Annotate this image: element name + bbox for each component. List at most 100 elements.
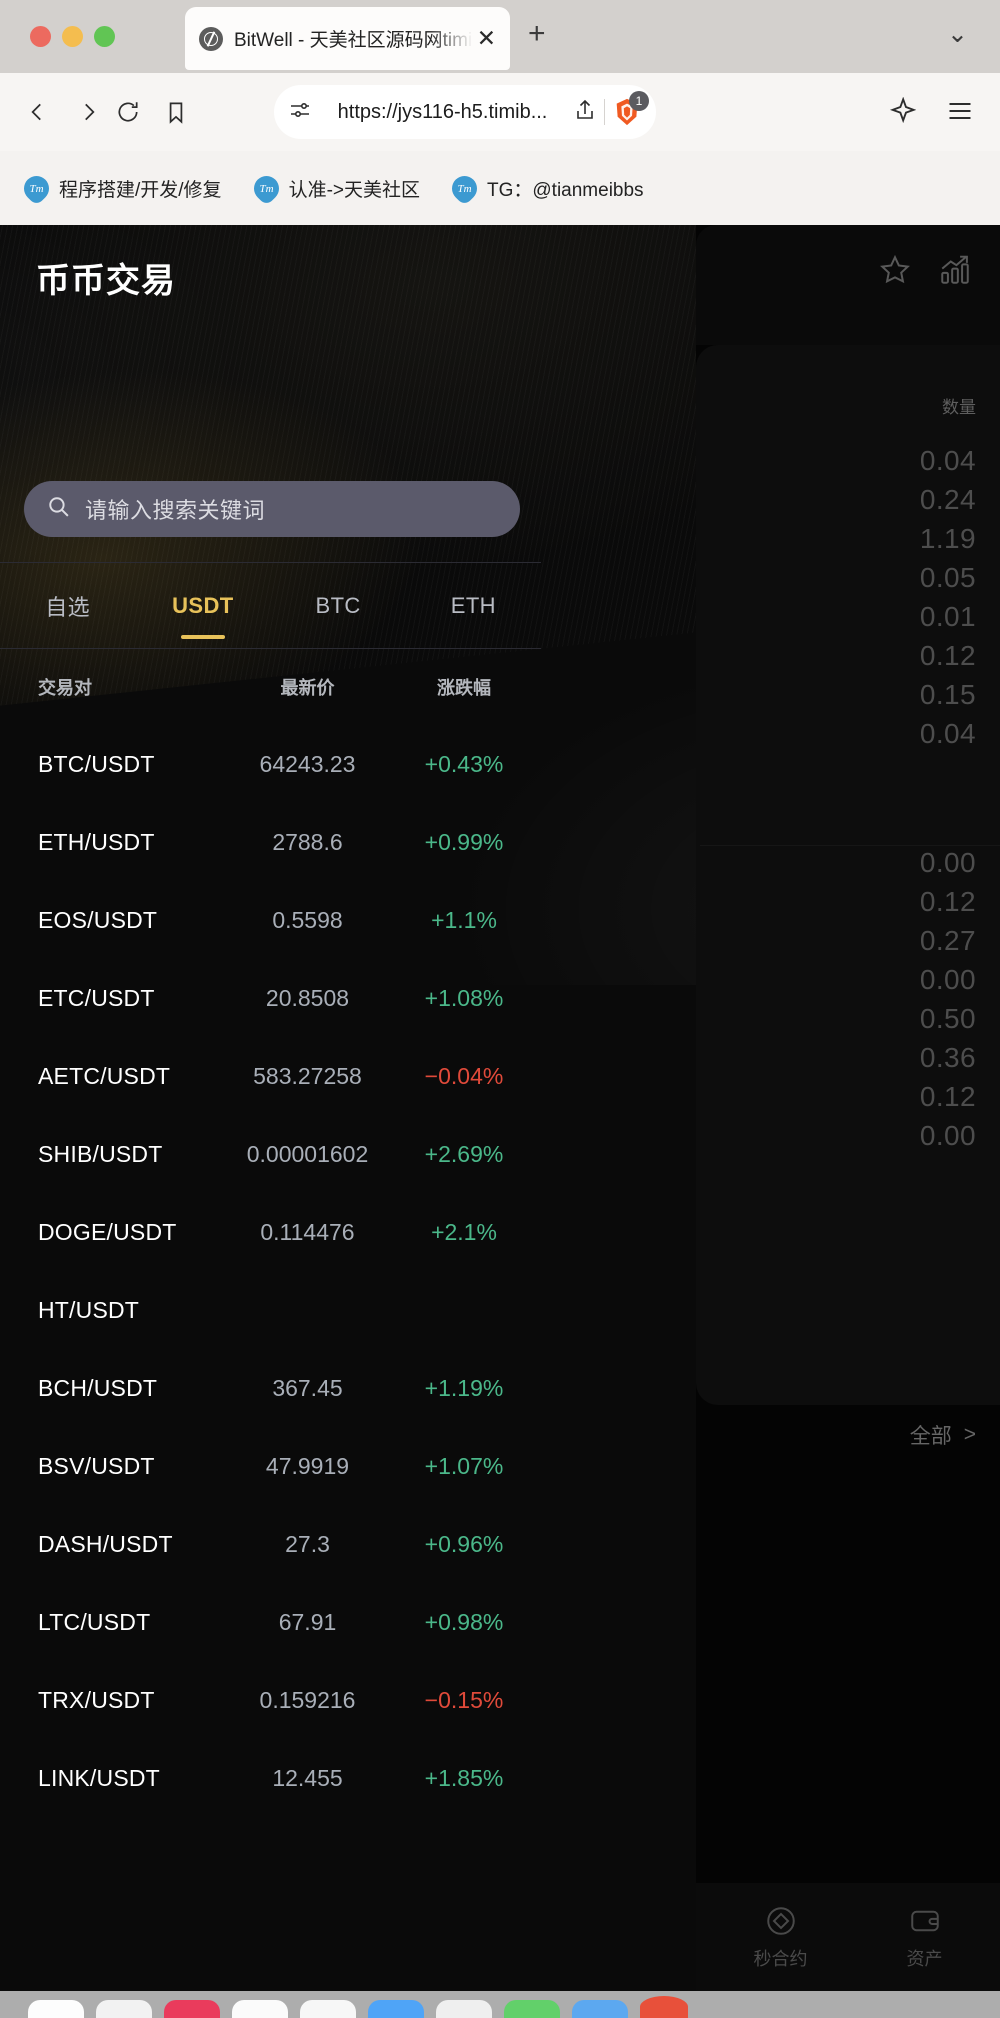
- maximize-window-button[interactable]: [94, 26, 115, 47]
- orderbook-qty-header: 数量: [942, 398, 976, 417]
- price-value: 583.27258: [253, 1062, 362, 1089]
- tab-usdt[interactable]: USDT: [135, 563, 270, 648]
- market-tabs: 自选 USDT BTC ETH: [0, 562, 541, 649]
- browser-chrome: BitWell - 天美社区源码网timib ✕ + ⌄ https://jys…: [0, 0, 1000, 225]
- change-value: +0.99%: [424, 828, 504, 855]
- bottom-nav-label: 资产: [906, 1948, 943, 1969]
- pair-label: AETC/USDT: [38, 1062, 171, 1089]
- change-value: +1.85%: [424, 1764, 504, 1791]
- pair-label: DOGE/USDT: [38, 1218, 177, 1245]
- orderbook-qty: 0.36: [919, 1042, 976, 1073]
- browser-tab[interactable]: BitWell - 天美社区源码网timib ✕: [185, 7, 510, 70]
- price-value: 0.114476: [260, 1218, 355, 1245]
- table-row[interactable]: LTC/USDT 67.91 +0.98%: [0, 1583, 541, 1661]
- reload-icon[interactable]: [115, 99, 141, 130]
- table-row[interactable]: DOGE/USDT 0.114476 +2.1%: [0, 1193, 541, 1271]
- table-row[interactable]: AETC/USDT 583.27258 −0.04%: [0, 1037, 541, 1115]
- navigation-bar: https://jys116-h5.timib... 1: [0, 73, 1000, 151]
- bottom-nav-item-assets[interactable]: 资产: [907, 1904, 943, 1971]
- market-chart-icon[interactable]: [938, 253, 972, 292]
- site-settings-icon[interactable]: [288, 98, 312, 127]
- bookmark-icon[interactable]: [163, 99, 189, 130]
- background-header-actions: [878, 253, 972, 292]
- minimize-window-button[interactable]: [62, 26, 83, 47]
- dock-app-settings[interactable]: [572, 2000, 628, 2018]
- orderbook-qty: 0.12: [919, 640, 976, 671]
- chevron-right-icon: >: [963, 1423, 976, 1446]
- address-bar[interactable]: https://jys116-h5.timib... 1: [274, 85, 656, 139]
- price-value: 2788.6: [272, 828, 343, 855]
- bookmark-label: TG：@tianmeibbs: [487, 179, 644, 201]
- brave-shields-icon[interactable]: 1: [612, 91, 649, 127]
- table-row[interactable]: LINK/USDT 12.455 +1.85%: [0, 1739, 541, 1817]
- share-icon[interactable]: [573, 98, 597, 127]
- pair-label: HT/USDT: [38, 1296, 140, 1323]
- pair-label: EOS/USDT: [38, 906, 158, 933]
- globe-icon: [199, 26, 223, 51]
- coin-list-header: 交易对 最新价 涨跌幅: [0, 649, 541, 725]
- table-row[interactable]: BCH/USDT 367.45 +1.19%: [0, 1349, 541, 1427]
- change-value: +0.96%: [424, 1530, 504, 1557]
- table-row[interactable]: TRX/USDT 0.159216 −0.15%: [0, 1661, 541, 1739]
- close-window-button[interactable]: [30, 26, 51, 47]
- orderbook-qty-column-a: 0.04 0.24 1.19 0.05 0.01 0.12 0.15 0.04 …: [776, 441, 976, 1155]
- chevron-down-icon[interactable]: ⌄: [947, 22, 968, 47]
- table-row[interactable]: HT/USDT: [0, 1271, 541, 1349]
- price-value: 367.45: [272, 1374, 343, 1401]
- favorite-star-icon[interactable]: [878, 253, 912, 292]
- table-row[interactable]: DASH/USDT 27.3 +0.96%: [0, 1505, 541, 1583]
- orderbook-qty: 0.05: [919, 562, 976, 593]
- leo-ai-icon[interactable]: [888, 96, 917, 130]
- orderbook-qty: 0.00: [919, 964, 976, 995]
- bottom-nav-item-contract[interactable]: 秒合约: [754, 1904, 808, 1971]
- url-text: https://jys116-h5.timib...: [337, 100, 548, 123]
- tab-btc[interactable]: BTC: [271, 563, 406, 648]
- dock-app-launchpad[interactable]: [96, 2000, 152, 2018]
- bookmark-item[interactable]: Tm 程序搭建/开发/修复: [18, 170, 222, 206]
- dock-app-safari[interactable]: [368, 2000, 424, 2018]
- change-value: +1.08%: [424, 984, 504, 1011]
- dock-app-finder[interactable]: [28, 2000, 84, 2018]
- page-title: 币币交易: [36, 262, 176, 300]
- change-value: −0.04%: [424, 1062, 504, 1089]
- view-all-link[interactable]: 全部 >: [910, 1420, 976, 1450]
- search-placeholder: 请输入搜索关键词: [85, 498, 266, 523]
- forward-icon[interactable]: [76, 99, 102, 130]
- new-tab-button[interactable]: +: [528, 19, 546, 49]
- bookmark-item[interactable]: Tm TG：@tianmeibbs: [446, 170, 644, 206]
- table-row[interactable]: BTC/USDT 64243.23 +0.43%: [0, 725, 541, 803]
- table-row[interactable]: ETC/USDT 20.8508 +1.08%: [0, 959, 541, 1037]
- search-input[interactable]: 请输入搜索关键词: [24, 481, 520, 537]
- coin-list-drawer: 币币交易 请输入搜索关键词 自选 USDT BTC ETH 交易对 最新价 涨跌…: [0, 225, 696, 1991]
- dock-app-brave[interactable]: [640, 1996, 688, 2018]
- change-value: −0.15%: [424, 1686, 504, 1713]
- main-menu-icon[interactable]: [946, 97, 974, 130]
- tab-自选[interactable]: 自选: [0, 563, 135, 648]
- table-row[interactable]: BSV/USDT 47.9919 +1.07%: [0, 1427, 541, 1505]
- dock-app-mail[interactable]: [300, 2000, 356, 2018]
- table-row[interactable]: SHIB/USDT 0.00001602 +2.69%: [0, 1115, 541, 1193]
- change-value: +0.98%: [424, 1608, 504, 1635]
- orderbook-qty: 1.19: [919, 523, 976, 554]
- view-all-label: 全部: [909, 1425, 952, 1448]
- orderbook-qty: 0.12: [919, 886, 976, 917]
- window-traffic-lights: [30, 26, 115, 47]
- dock-app-photos[interactable]: [436, 2000, 492, 2018]
- change-value: +1.07%: [424, 1452, 504, 1479]
- navbar-right-actions: [888, 96, 1000, 130]
- close-icon[interactable]: ✕: [477, 27, 496, 50]
- price-value: 47.9919: [265, 1452, 350, 1479]
- background-bottom-nav: 秒合约 资产: [696, 1883, 1000, 1991]
- orderbook-qty: 0.24: [919, 484, 976, 515]
- back-icon[interactable]: [24, 99, 50, 130]
- dock-app-messages[interactable]: [504, 2000, 560, 2018]
- table-row[interactable]: EOS/USDT 0.5598 +1.1%: [0, 881, 541, 959]
- dock-app-notes[interactable]: [232, 2000, 288, 2018]
- tab-eth[interactable]: ETH: [406, 563, 541, 648]
- price-value: 64243.23: [259, 750, 356, 777]
- bookmark-item[interactable]: Tm 认准->天美社区: [248, 170, 420, 206]
- orderbook-qty: 0.00: [919, 847, 976, 878]
- pair-label: DASH/USDT: [38, 1530, 173, 1557]
- table-row[interactable]: ETH/USDT 2788.6 +0.99%: [0, 803, 541, 881]
- dock-app-music[interactable]: [164, 2000, 220, 2018]
